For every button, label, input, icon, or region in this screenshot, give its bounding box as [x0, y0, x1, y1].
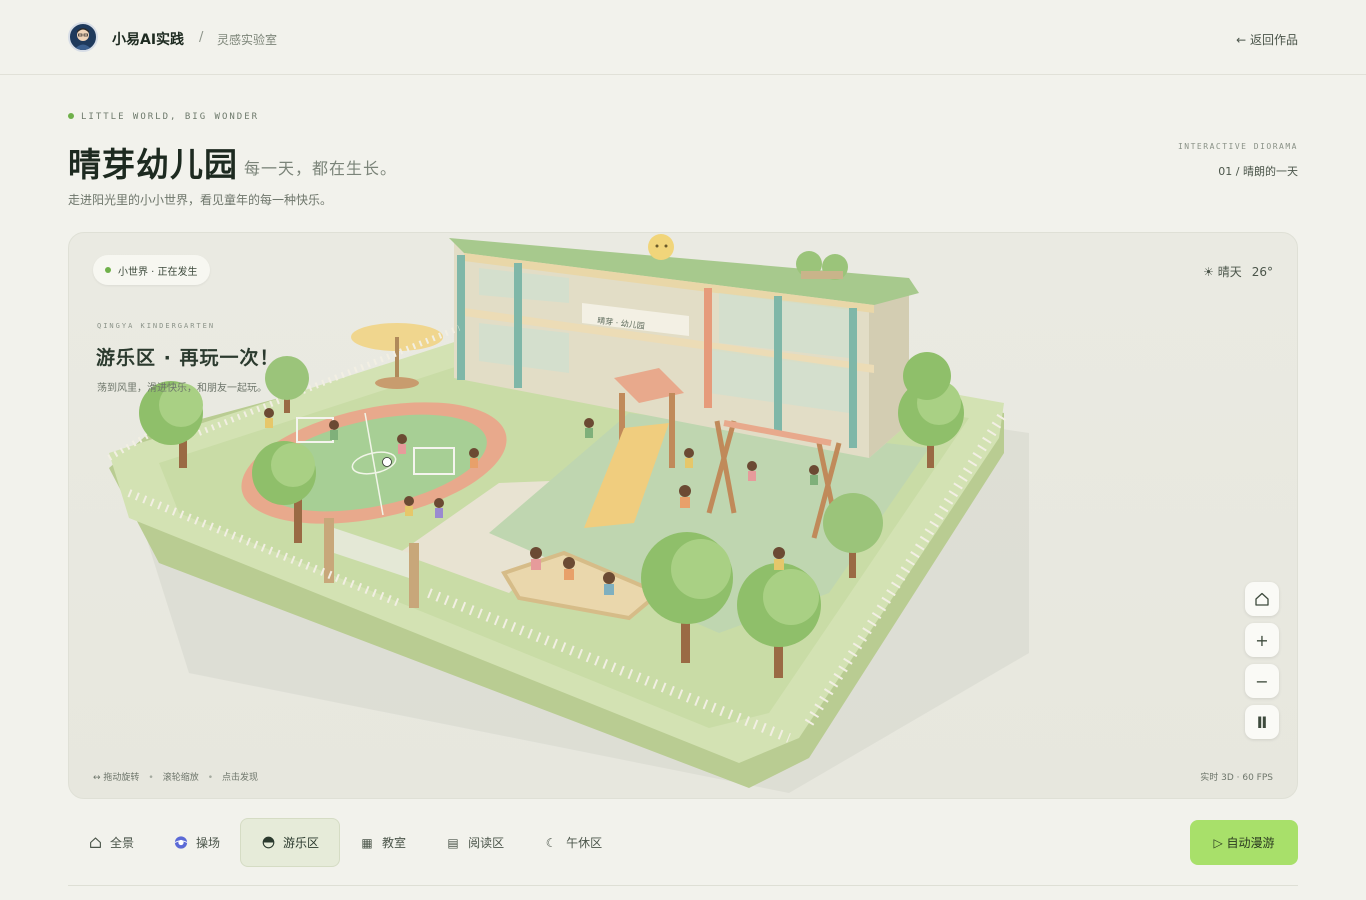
- tab-label: 全景: [110, 836, 135, 850]
- tab-reading-area[interactable]: ▤ 阅读区: [426, 818, 524, 867]
- tab-nap-area[interactable]: ☾ 午休区: [524, 818, 622, 867]
- home-icon: [88, 836, 102, 850]
- hint-separator: •: [148, 773, 154, 783]
- tab-label: 教室: [382, 836, 407, 850]
- eyebrow-dot: [68, 112, 74, 119]
- breadcrumb-current[interactable]: 灵感实验室: [217, 31, 277, 48]
- zone-tabs: 全景 操场 游乐区 ▦ 教室 ▤ 阅读区 ☾ 午休区: [68, 818, 622, 867]
- tab-play-area[interactable]: 游乐区: [240, 818, 341, 867]
- tab-overview[interactable]: 全景: [68, 818, 154, 867]
- page-subtitle: 每一天，都在生长。: [244, 159, 398, 178]
- temperature: 26°: [1251, 265, 1273, 279]
- weather-indicator: ☀ 晴天 26°: [1203, 263, 1273, 280]
- diorama-viewport[interactable]: 晴芽 · 幼儿园 小世界 · 正在发生 ☀ 晴天 26° QINGYA KIND…: [68, 232, 1298, 799]
- brand-name[interactable]: 小易AI实践: [112, 29, 184, 49]
- avatar[interactable]: [68, 22, 98, 52]
- hint-zoom: 滚轮缩放: [162, 773, 199, 783]
- home-icon: [1255, 592, 1269, 606]
- tab-label: 游乐区: [283, 836, 320, 850]
- zone-eyebrow: QINGYA KINDERGARTEN: [97, 322, 216, 330]
- home-view-button[interactable]: [1245, 582, 1279, 616]
- weather-text: ☀ 晴天: [1203, 265, 1242, 279]
- eyebrow-text: LITTLE WORLD, BIG WONDER: [81, 112, 260, 122]
- slide-icon: [261, 836, 275, 850]
- zone-description: 荡到风里，滑进快乐，和朋友一起玩。: [97, 383, 267, 394]
- tab-label: 阅读区: [468, 836, 505, 850]
- book-icon: ▤: [447, 835, 459, 850]
- zoom-out-button[interactable]: −: [1245, 664, 1279, 698]
- hint-rotate: ↔ 拖动旋转: [93, 773, 140, 783]
- plus-icon: +: [1255, 630, 1269, 650]
- hero-eyebrow: LITTLE WORLD, BIG WONDER: [68, 112, 259, 122]
- status-text: 小世界 · 正在发生: [118, 266, 198, 278]
- auto-tour-button[interactable]: ▷ 自动漫游: [1190, 820, 1298, 865]
- interaction-hints: ↔ 拖动旋转 • 滚轮缩放 • 点击发现: [93, 770, 258, 783]
- zoom-in-button[interactable]: +: [1245, 623, 1279, 657]
- tab-playground[interactable]: 操场: [154, 818, 240, 867]
- tab-label: 操场: [196, 836, 221, 850]
- page-title: 晴芽幼儿园: [68, 145, 238, 184]
- page-description: 走进阳光里的小小世界，看见童年的每一种快乐。: [68, 193, 333, 207]
- breadcrumb-separator: /: [199, 30, 204, 45]
- diorama-label: INTERACTIVE DIORAMA: [1177, 142, 1298, 151]
- ball-icon: [174, 836, 188, 850]
- pillar-icon: Ⅱ: [1256, 712, 1268, 732]
- back-to-works-link[interactable]: ← 返回作品: [1236, 31, 1298, 48]
- top-bar: 小易AI实践 / 灵感实验室 ← 返回作品: [0, 0, 1366, 75]
- grid-icon: ▦: [361, 835, 373, 850]
- status-dot: [105, 267, 111, 273]
- tab-classroom[interactable]: ▦ 教室: [340, 818, 426, 867]
- scene-index: 01 / 晴朗的一天: [1218, 165, 1298, 178]
- minus-icon: −: [1255, 671, 1269, 691]
- fps-readout: 实时 3D · 60 FPS: [1200, 773, 1273, 783]
- reset-button[interactable]: Ⅱ: [1245, 705, 1279, 739]
- hint-click: 点击发现: [222, 773, 259, 783]
- divider: [68, 885, 1298, 886]
- moon-icon: ☾: [545, 835, 557, 850]
- zone-title: 游乐区 · 再玩一次！: [96, 347, 280, 369]
- kindergarten-diorama[interactable]: 晴芽 · 幼儿园: [69, 233, 1298, 799]
- status-chip: 小世界 · 正在发生: [93, 255, 210, 285]
- hint-separator: •: [207, 773, 214, 783]
- tab-label: 午休区: [566, 836, 603, 850]
